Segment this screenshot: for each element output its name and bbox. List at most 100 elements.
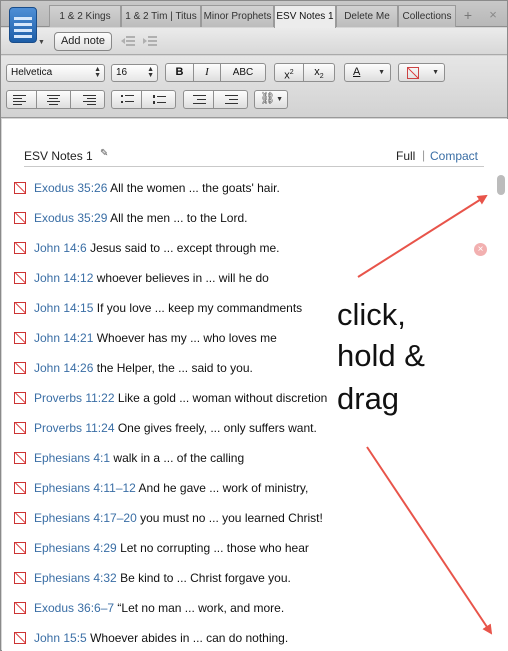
view-compact-toggle[interactable]: Compact [430,149,478,163]
note-reference-link[interactable]: Ephesians 4:17–20 [34,511,137,525]
chevron-down-icon: ▼ [38,39,45,46]
note-row[interactable]: Ephesians 4:29 Let no corrupting ... tho… [12,533,482,563]
tab-1-2-kings[interactable]: 1 & 2 Kings [49,5,121,27]
note-reference-link[interactable]: Ephesians 4:29 [34,541,117,555]
view-full-toggle[interactable]: Full [396,149,415,163]
note-reference-link[interactable]: John 14:6 [34,241,87,255]
note-text[interactable]: One gives freely, ... only suffers want. [118,421,317,435]
small-caps-button[interactable]: ABC [220,63,266,82]
note-reference-link[interactable]: Ephesians 4:32 [34,571,117,585]
tab-1-2-tim-titus[interactable]: 1 & 2 Tim | Titus [121,5,201,27]
note-text[interactable]: walk in a ... of the calling [113,451,244,465]
italic-button[interactable]: I [193,63,221,82]
align-right-button[interactable] [70,90,105,109]
note-text[interactable]: All the men ... to the Lord. [110,211,247,225]
note-row[interactable]: Proverbs 11:22 Like a gold ... woman wit… [12,383,482,413]
note-marker-icon[interactable] [14,572,26,584]
link-button[interactable]: ⛓ ▼ [254,90,288,109]
close-tab-button[interactable]: × [485,7,501,25]
note-row[interactable]: Proverbs 11:24 One gives freely, ... onl… [12,413,482,443]
pencil-icon[interactable]: ✎ [100,148,108,159]
note-row[interactable]: John 14:6 Jesus said to ... except throu… [12,233,482,263]
text-color-button[interactable]: A ▼ [344,63,391,82]
chevron-down-icon: ▼ [276,96,283,103]
note-text[interactable]: Whoever abides in ... can do nothing. [90,631,288,645]
note-row[interactable]: John 14:12 whoever believes in ... will … [12,263,482,293]
align-left-button[interactable] [6,90,37,109]
note-text[interactable]: Jesus said to ... except through me. [90,241,279,255]
note-text[interactable]: Be kind to ... Christ forgave you. [120,571,291,585]
decrease-indent-button[interactable] [183,90,214,109]
note-marker-icon[interactable] [14,392,26,404]
font-size-select[interactable]: 16 ▲ ▼ [111,64,158,82]
note-row[interactable]: Ephesians 4:32 Be kind to ... Christ for… [12,563,482,593]
note-reference-link[interactable]: John 14:26 [34,361,93,375]
notes-file-title[interactable]: ESV Notes 1 [24,149,93,163]
note-row[interactable]: Ephesians 4:11–12 And he gave ... work o… [12,473,482,503]
subscript-button[interactable]: x2 [303,63,335,82]
note-row[interactable]: Exodus 35:26 All the women ... the goats… [12,173,482,203]
tab-esv-notes-1[interactable]: ESV Notes 1 [274,5,336,28]
font-family-select[interactable]: Helvetica ▲ ▼ [6,64,105,82]
note-marker-icon[interactable] [14,272,26,284]
tab-minor-prophets[interactable]: Minor Prophets [201,5,274,27]
note-reference-link[interactable]: Exodus 36:6–7 [34,601,114,615]
numbered-list-button[interactable] [141,90,176,109]
note-marker-icon[interactable] [14,482,26,494]
note-row[interactable]: John 15:5 Whoever abides in ... can do n… [12,623,482,651]
note-text[interactable]: And he gave ... work of ministry, [139,481,309,495]
note-row[interactable]: Exodus 36:6–7 “Let no man ... work, and … [12,593,482,623]
note-reference-link[interactable]: John 14:15 [34,301,93,315]
tab-collections[interactable]: Collections [398,5,456,27]
note-marker-icon[interactable] [14,362,26,374]
superscript-button[interactable]: x2 [274,63,304,82]
note-text[interactable]: Like a gold ... woman without discretion [118,391,327,405]
note-text[interactable]: If you love ... keep my commandments [97,301,302,315]
note-row[interactable]: Ephesians 4:17–20 you must no ... you le… [12,503,482,533]
note-row[interactable]: Exodus 35:29 All the men ... to the Lord… [12,203,482,233]
note-marker-icon[interactable] [14,632,26,644]
note-marker-icon[interactable] [14,242,26,254]
note-reference-link[interactable]: John 15:5 [34,631,87,645]
note-reference-link[interactable]: Ephesians 4:1 [34,451,110,465]
note-reference-link[interactable]: Exodus 35:29 [34,211,107,225]
note-row[interactable]: John 14:15 If you love ... keep my comma… [12,293,482,323]
note-marker-icon[interactable] [14,212,26,224]
note-text[interactable]: you must no ... you learned Christ! [140,511,323,525]
note-reference-link[interactable]: Proverbs 11:22 [34,391,115,405]
increase-indent-button[interactable] [213,90,248,109]
note-marker-icon[interactable] [14,182,26,194]
note-text[interactable]: Whoever has my ... who loves me [97,331,277,345]
note-text[interactable]: the Helper, the ... said to you. [97,361,253,375]
note-marker-icon[interactable] [14,302,26,314]
note-reference-link[interactable]: Exodus 35:26 [34,181,107,195]
note-marker-icon[interactable] [14,332,26,344]
highlight-color-button[interactable]: ▼ [398,63,445,82]
tab-delete-me[interactable]: Delete Me [336,5,398,27]
note-marker-icon[interactable] [14,512,26,524]
note-marker-icon[interactable] [14,452,26,464]
note-reference-link[interactable]: John 14:12 [34,271,93,285]
note-marker-icon[interactable] [14,422,26,434]
bold-button[interactable]: B [165,63,194,82]
app-menu-button[interactable]: ▼ [5,5,45,49]
note-reference-link[interactable]: John 14:21 [34,331,93,345]
note-marker-icon[interactable] [14,602,26,614]
bullet-list-button[interactable] [111,90,142,109]
note-text[interactable]: whoever believes in ... will he do [97,271,269,285]
note-marker-icon[interactable] [14,542,26,554]
note-text[interactable]: “Let no man ... work, and more. [117,601,284,615]
view-separator: | [422,148,426,162]
scrollbar-thumb[interactable] [497,175,505,195]
note-reference-link[interactable]: Proverbs 11:24 [34,421,115,435]
note-row[interactable]: Ephesians 4:1 walk in a ... of the calli… [12,443,482,473]
outdent-icon[interactable] [121,35,135,47]
note-reference-link[interactable]: Ephesians 4:11–12 [34,481,136,495]
note-text[interactable]: All the women ... the goats' hair. [110,181,280,195]
note-text[interactable]: Let no corrupting ... those who hear [120,541,309,555]
add-tab-button[interactable]: + [459,7,477,25]
align-center-button[interactable] [36,90,71,109]
indent-icon[interactable] [143,35,157,47]
add-note-button[interactable]: Add note [54,32,112,51]
delete-note-icon[interactable]: × [474,243,487,256]
